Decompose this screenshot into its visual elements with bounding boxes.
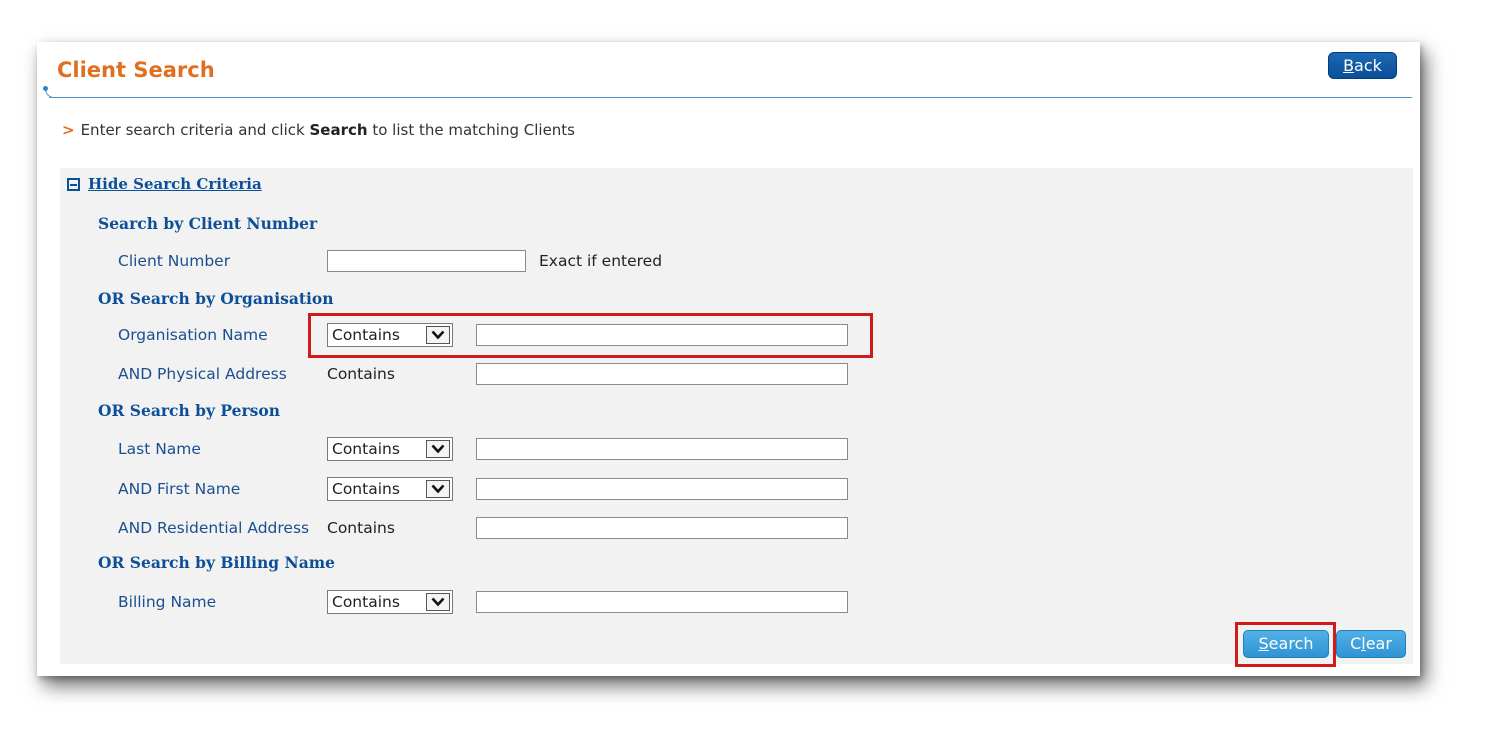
back-button[interactable]: Back	[1328, 52, 1397, 79]
title-underline-dot	[43, 86, 48, 91]
residential-address-operator: Contains	[327, 519, 395, 537]
client-number-hint: Exact if entered	[539, 252, 663, 270]
organisation-name-label: Organisation Name	[118, 326, 268, 344]
billing-name-input[interactable]	[476, 591, 848, 613]
first-name-operator-value: Contains	[332, 480, 400, 498]
section-heading-organisation: OR Search by Organisation	[98, 289, 334, 308]
client-number-label: Client Number	[118, 252, 231, 270]
back-button-mnemonic: B	[1343, 56, 1355, 75]
section-heading-person: OR Search by Person	[98, 401, 280, 420]
residential-address-input[interactable]	[476, 517, 848, 539]
search-criteria-panel: Hide Search Criteria Search by Client Nu…	[60, 168, 1413, 667]
instruction-arrow-icon: >	[62, 121, 75, 139]
instruction-text: > Enter search criteria and click Search …	[62, 121, 575, 139]
last-name-input[interactable]	[476, 438, 848, 460]
hide-search-criteria-toggle[interactable]: Hide Search Criteria	[67, 175, 262, 193]
collapse-icon[interactable]	[67, 177, 80, 191]
last-name-label: Last Name	[118, 440, 201, 458]
back-button-label: ack	[1354, 56, 1382, 75]
section-heading-billing: OR Search by Billing Name	[98, 553, 336, 572]
billing-name-operator-select[interactable]: Contains	[327, 590, 453, 614]
clear-button[interactable]: Clear	[1336, 630, 1406, 658]
residential-address-label: AND Residential Address	[118, 519, 310, 537]
physical-address-input[interactable]	[476, 363, 848, 385]
chevron-down-icon[interactable]	[426, 480, 450, 498]
billing-name-label: Billing Name	[118, 593, 217, 611]
search-button-highlight	[1235, 622, 1336, 667]
physical-address-operator: Contains	[327, 365, 395, 383]
instruction-after: to list the matching Clients	[372, 121, 575, 139]
client-number-input[interactable]	[327, 250, 526, 272]
clear-button-prefix: C	[1350, 634, 1362, 653]
first-name-operator-select[interactable]: Contains	[327, 477, 453, 501]
section-heading-client-number: Search by Client Number	[98, 214, 318, 233]
clear-button-label: ear	[1365, 634, 1392, 653]
first-name-label: AND First Name	[118, 480, 241, 498]
instruction-emphasis: Search	[309, 121, 368, 139]
page-title: Client Search	[57, 58, 215, 82]
last-name-operator-select[interactable]: Contains	[327, 437, 453, 461]
client-search-window: Client Search Back > Enter search criteri…	[37, 42, 1420, 676]
hide-search-criteria-link[interactable]: Hide Search Criteria	[88, 175, 262, 193]
organisation-name-highlight	[308, 313, 873, 358]
instruction-before: Enter search criteria and click	[80, 121, 305, 139]
title-underline	[49, 97, 1412, 98]
physical-address-label: AND Physical Address	[118, 365, 287, 383]
first-name-input[interactable]	[476, 478, 848, 500]
billing-name-operator-value: Contains	[332, 593, 400, 611]
chevron-down-icon[interactable]	[426, 440, 450, 458]
last-name-operator-value: Contains	[332, 440, 400, 458]
chevron-down-icon[interactable]	[426, 593, 450, 611]
